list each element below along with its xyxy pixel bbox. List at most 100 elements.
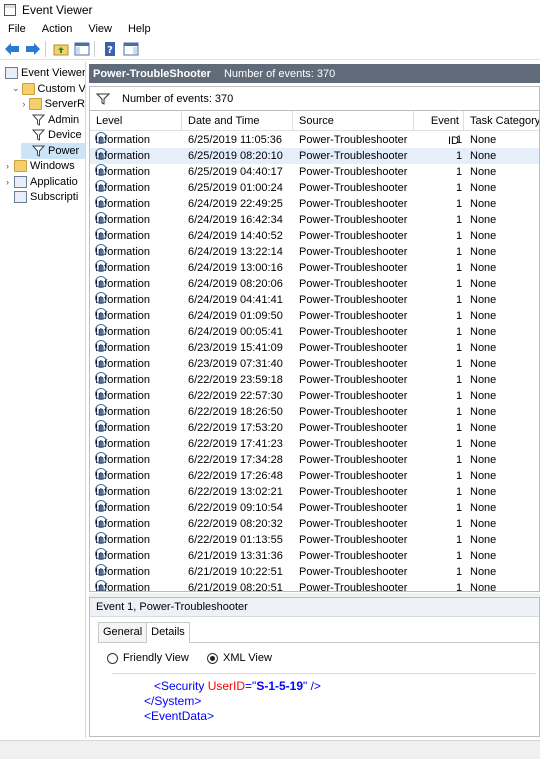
console-tree[interactable]: Event Viewer (⌄ Custom V › ServerR Admin Devi…: [0, 62, 86, 738]
event-id-cell: 1: [456, 262, 463, 274]
tree-item[interactable]: › Windows: [3, 158, 85, 174]
source-cell: Power-Troubleshooter: [299, 486, 408, 498]
table-row[interactable]: i Information 6/25/2019 11:05:36 Power-Trou…: [90, 132, 539, 148]
level-cell: i Information: [95, 388, 150, 404]
task-category-cell: None: [470, 566, 497, 578]
table-row[interactable]: i Information 6/24/2019 08:20:06 Power-Trou…: [90, 276, 539, 292]
table-row[interactable]: i Information 6/22/2019 18:26:50 Power-Trou…: [90, 404, 539, 420]
table-row[interactable]: i Information 6/21/2019 08:20:51 Power-Trou…: [90, 580, 539, 592]
column-date-time[interactable]: Date and Time: [182, 111, 293, 131]
event-id-cell: 1: [456, 486, 463, 498]
level-cell: i Information: [95, 452, 150, 468]
task-category-cell: None: [470, 454, 497, 466]
tree-item[interactable]: Subscripti: [3, 189, 85, 205]
date-time-cell: 6/23/2019 15:41:09: [188, 342, 283, 354]
table-row[interactable]: i Information 6/22/2019 09:10:54 Power-Trou…: [90, 500, 539, 516]
forward-button[interactable]: [24, 40, 42, 58]
pane-header: Power-TroubleShooter Number of events: 3…: [89, 64, 540, 83]
help-button[interactable]: ?: [101, 40, 119, 58]
tree-item[interactable]: › Applicatio: [3, 174, 85, 190]
column-source[interactable]: Source: [293, 111, 414, 131]
source-cell: Power-Troubleshooter: [299, 374, 408, 386]
tree-item[interactable]: Power: [21, 142, 85, 159]
friendly-view-radio[interactable]: Friendly View: [107, 652, 189, 664]
date-time-cell: 6/24/2019 22:49:25: [188, 198, 283, 210]
table-row[interactable]: i Information 6/22/2019 01:13:55 Power-Trou…: [90, 532, 539, 548]
task-category-cell: None: [470, 582, 497, 592]
log-icon: [5, 67, 18, 79]
xml-view-label: XML View: [223, 652, 272, 664]
event-id-cell: 1: [456, 534, 463, 546]
task-category-cell: None: [470, 342, 497, 354]
xml-line-security: <Security UserID="S-1-5-19" />: [154, 679, 321, 693]
table-row[interactable]: i Information 6/22/2019 08:20:32 Power-Trou…: [90, 516, 539, 532]
table-row[interactable]: i Information 6/22/2019 17:26:48 Power-Trou…: [90, 468, 539, 484]
level-cell: i Information: [95, 516, 150, 532]
table-row[interactable]: i Information 6/22/2019 22:57:30 Power-Trou…: [90, 388, 539, 404]
table-row[interactable]: i Information 6/22/2019 17:53:20 Power-Trou…: [90, 420, 539, 436]
event-details-title: Event 1, Power-Troubleshooter: [90, 598, 539, 617]
table-row[interactable]: i Information 6/25/2019 04:40:17 Power-Trou…: [90, 164, 539, 180]
back-button[interactable]: [3, 40, 21, 58]
table-row[interactable]: i Information 6/21/2019 10:22:51 Power-Trou…: [90, 564, 539, 580]
xml-viewer[interactable]: <Security UserID="S-1-5-19" /> </System>…: [112, 673, 536, 735]
table-row[interactable]: i Information 6/22/2019 23:59:18 Power-Trou…: [90, 372, 539, 388]
event-id-cell: 1: [456, 182, 463, 194]
table-row[interactable]: i Information 6/23/2019 07:31:40 Power-Trou…: [90, 356, 539, 372]
table-row[interactable]: i Information 6/22/2019 17:41:23 Power-Trou…: [90, 436, 539, 452]
event-id-cell: 1: [456, 342, 463, 354]
tree-item[interactable]: › ServerR: [21, 96, 85, 112]
table-row[interactable]: i Information 6/24/2019 13:22:14 Power-Trou…: [90, 244, 539, 260]
chevron-right-icon[interactable]: ›: [3, 161, 12, 171]
table-row[interactable]: i Information 6/24/2019 04:41:41 Power-Trou…: [90, 292, 539, 308]
source-cell: Power-Troubleshooter: [299, 534, 408, 546]
column-level[interactable]: Level: [90, 111, 182, 131]
xml-view-radio[interactable]: XML View: [207, 652, 272, 664]
menu-file[interactable]: File: [0, 23, 34, 35]
window-title: Event Viewer: [22, 3, 93, 17]
information-icon: i: [95, 260, 107, 274]
event-id-cell: 1: [456, 374, 463, 386]
table-row[interactable]: i Information 6/22/2019 13:02:21 Power-Trou…: [90, 484, 539, 500]
table-row[interactable]: i Information 6/25/2019 08:20:10 Power-Trou…: [90, 148, 539, 164]
show-hide-console-tree-button[interactable]: [73, 40, 91, 58]
table-row[interactable]: i Information 6/24/2019 01:09:50 Power-Trou…: [90, 308, 539, 324]
task-category-cell: None: [470, 358, 497, 370]
menu-help[interactable]: Help: [120, 23, 159, 35]
table-row[interactable]: i Information 6/24/2019 22:49:25 Power-Trou…: [90, 196, 539, 212]
tree-item[interactable]: Device: [21, 127, 85, 143]
table-row[interactable]: i Information 6/24/2019 14:40:52 Power-Trou…: [90, 228, 539, 244]
tree-item[interactable]: ⌄ Custom V: [12, 81, 85, 97]
tree-item[interactable]: Admin: [21, 112, 85, 128]
action-pane-icon: [123, 42, 139, 55]
events-table[interactable]: Level Date and Time Source Event ID Task…: [89, 110, 540, 592]
tab-details[interactable]: Details: [146, 622, 190, 643]
information-icon: i: [95, 148, 107, 162]
task-category-cell: None: [470, 326, 497, 338]
table-row[interactable]: i Information 6/24/2019 00:05:41 Power-Trou…: [90, 324, 539, 340]
show-hide-action-pane-button[interactable]: [122, 40, 140, 58]
tree-item-label: Power: [48, 144, 80, 157]
menu-action[interactable]: Action: [34, 23, 81, 35]
up-one-level-button[interactable]: [52, 40, 70, 58]
table-row[interactable]: i Information 6/24/2019 16:42:34 Power-Trou…: [90, 212, 539, 228]
task-category-cell: None: [470, 230, 497, 242]
chevron-right-icon[interactable]: ›: [3, 177, 12, 187]
chevron-down-icon[interactable]: ⌄: [12, 83, 20, 94]
column-task-category[interactable]: Task Category: [464, 111, 539, 131]
menu-view[interactable]: View: [80, 23, 120, 35]
table-row[interactable]: i Information 6/21/2019 13:31:36 Power-Trou…: [90, 548, 539, 564]
task-category-cell: None: [470, 294, 497, 306]
tab-general[interactable]: General: [98, 622, 148, 642]
column-event-id[interactable]: Event ID: [414, 111, 464, 147]
event-id-cell: 1: [456, 454, 463, 466]
table-row[interactable]: i Information 6/25/2019 01:00:24 Power-Trou…: [90, 180, 539, 196]
table-row[interactable]: i Information 6/23/2019 15:41:09 Power-Trou…: [90, 340, 539, 356]
chevron-right-icon[interactable]: ›: [21, 99, 27, 109]
tree-item-label: ServerR: [44, 98, 85, 110]
tree-item[interactable]: Event Viewer (: [3, 65, 85, 81]
table-row[interactable]: i Information 6/22/2019 17:34:28 Power-Trou…: [90, 452, 539, 468]
back-arrow-icon: [5, 42, 19, 55]
table-row[interactable]: i Information 6/24/2019 13:00:16 Power-Trou…: [90, 260, 539, 276]
xml-tag-security: <Security: [154, 679, 205, 693]
